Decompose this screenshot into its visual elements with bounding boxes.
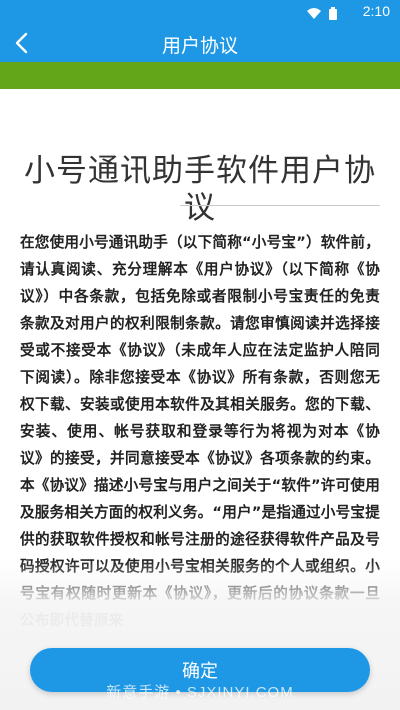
title-bar: 用户协议 <box>0 24 400 62</box>
accent-band <box>0 62 400 89</box>
status-time: 2:10 <box>362 3 390 19</box>
title-divider <box>180 205 380 206</box>
status-icons <box>305 6 345 25</box>
page-title: 用户协议 <box>161 35 238 57</box>
document-title: 小号通讯助手软件用户协议 <box>24 153 376 226</box>
wifi-icon <box>307 7 337 20</box>
status-bar: 2:10 <box>0 0 400 24</box>
watermark: 新意手游 • SJXINYI.COM <box>106 684 294 701</box>
